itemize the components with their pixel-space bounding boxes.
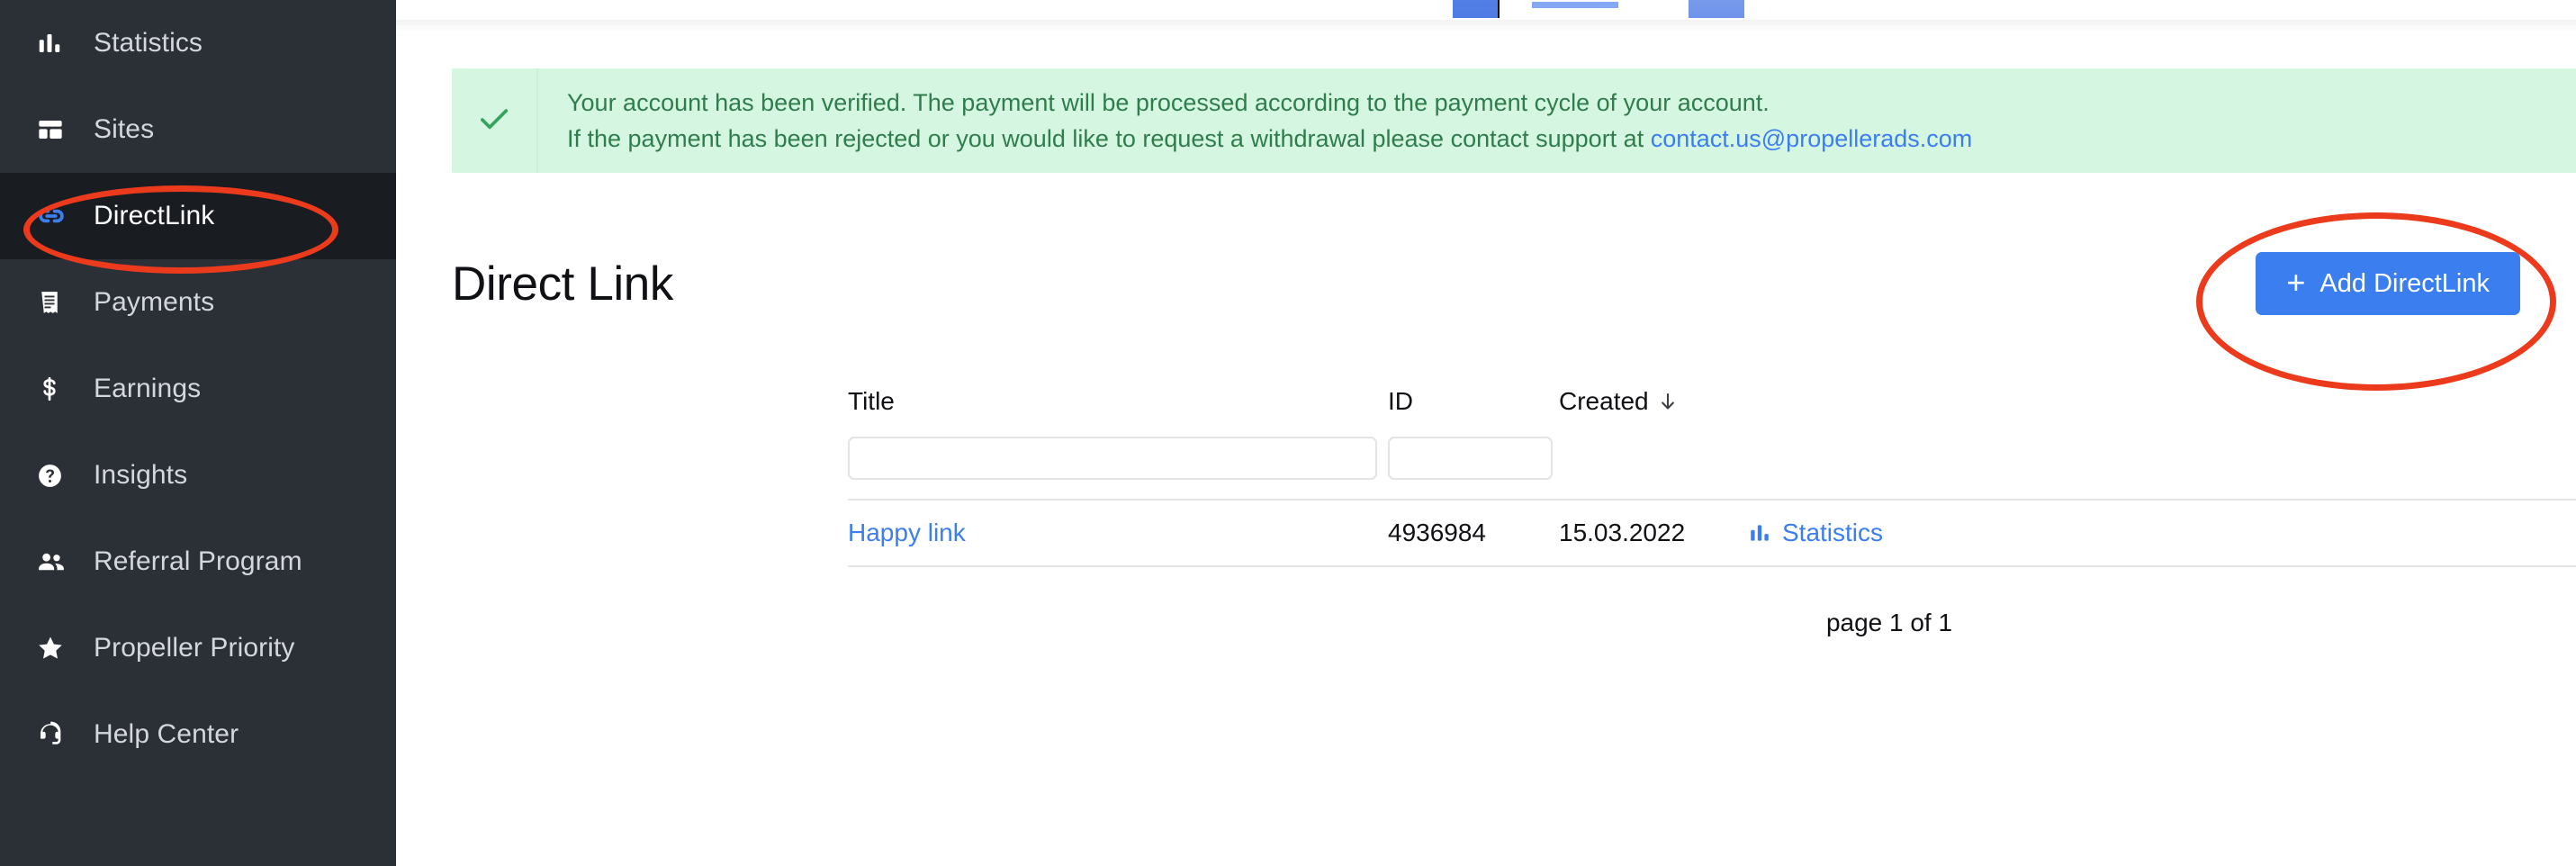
promo-image-fragment: [1435, 0, 1764, 22]
statistics-link-label: Statistics: [1782, 519, 1884, 546]
table-body: Happy link 4936984 15.03.2022 Statistics: [848, 499, 2576, 567]
sidebar-item-statistics[interactable]: Statistics: [0, 0, 396, 86]
sidebar-item-help-center[interactable]: Help Center: [0, 691, 396, 778]
star-icon: [36, 634, 77, 663]
headset-icon: [36, 720, 77, 749]
directlink-table: Title ID Created Happy link 4936984 15.0…: [848, 389, 2576, 636]
table-filter-row: [848, 434, 2576, 483]
sidebar-item-label: DirectLink: [94, 201, 215, 230]
receipt-icon: [36, 289, 77, 316]
sidebar-item-label: Insights: [94, 460, 188, 490]
plus-icon: +: [2286, 264, 2306, 301]
promo-fragment-left-panel: [1453, 0, 1505, 22]
id-filter-input[interactable]: [1388, 437, 1553, 480]
promo-fragment-right-panel: [1689, 0, 1744, 22]
sidebar-item-label: Propeller Priority: [94, 633, 295, 663]
arrow-down-icon: [1656, 390, 1680, 413]
bar-chart-icon: [36, 30, 77, 57]
column-header-id[interactable]: ID: [1388, 389, 1559, 414]
sidebar-item-label: Help Center: [94, 719, 239, 749]
promo-fragment-text-line: [1532, 2, 1618, 8]
sidebar-item-insights[interactable]: Insights: [0, 432, 396, 519]
statistics-link[interactable]: Statistics: [1748, 520, 1883, 546]
column-header-created-label: Created: [1559, 387, 1649, 415]
sidebar-item-label: Referral Program: [94, 546, 302, 576]
add-directlink-button-label: Add DirectLink: [2319, 268, 2490, 298]
title-filter-input[interactable]: [848, 437, 1377, 480]
layout-icon: [36, 115, 77, 144]
sidebar-item-propeller-priority[interactable]: Propeller Priority: [0, 605, 396, 691]
directlink-created-date: 15.03.2022: [1559, 519, 1686, 546]
table-row: Happy link 4936984 15.03.2022 Statistics: [848, 499, 2576, 567]
banner-line-2: If the payment has been rejected or you …: [567, 123, 2576, 154]
sidebar-item-label: Payments: [94, 287, 215, 317]
people-icon: [36, 546, 77, 577]
sidebar-item-earnings[interactable]: Earnings: [0, 346, 396, 432]
sidebar-item-label: Statistics: [94, 28, 203, 58]
check-icon: [475, 100, 513, 142]
column-header-id-label: ID: [1388, 387, 1413, 415]
column-header-title[interactable]: Title: [848, 389, 1388, 414]
column-header-created[interactable]: Created: [1559, 389, 1748, 414]
sidebar-item-payments[interactable]: Payments: [0, 259, 396, 346]
sidebar-item-label: Earnings: [94, 374, 202, 403]
sidebar-item-referral-program[interactable]: Referral Program: [0, 519, 396, 605]
banner-message: Your account has been verified. The paym…: [538, 68, 2576, 173]
pagination: page 1 of 1: [848, 610, 2576, 636]
promo-fragment-card: [1498, 0, 1696, 22]
app-root: Statistics Sites DirectLink Payments Ear…: [0, 0, 2576, 866]
page-title: Direct Link: [452, 257, 673, 311]
directlink-title-link[interactable]: Happy link: [848, 520, 966, 546]
page-header: Direct Link + Add DirectLink: [452, 250, 2520, 317]
verification-banner: Your account has been verified. The paym…: [452, 68, 2576, 173]
add-directlink-button[interactable]: + Add DirectLink: [2256, 252, 2520, 315]
dollar-icon: [36, 375, 77, 402]
sidebar-item-directlink[interactable]: DirectLink: [0, 173, 396, 259]
sidebar: Statistics Sites DirectLink Payments Ear…: [0, 0, 396, 866]
sidebar-item-label: Sites: [94, 114, 155, 144]
support-email-link[interactable]: contact.us@propellerads.com: [1651, 125, 1973, 152]
link-icon: [36, 201, 77, 231]
bar-chart-icon: [1748, 521, 1771, 545]
promo-fragment-fade: [1435, 18, 1764, 22]
table-header-row: Title ID Created: [848, 389, 2576, 428]
column-header-title-label: Title: [848, 387, 895, 415]
main-content: Your account has been verified. The paym…: [396, 0, 2576, 866]
banner-icon-cell: [452, 68, 538, 173]
top-shadow-divider: [396, 20, 2576, 32]
banner-line-2-text: If the payment has been rejected or you …: [567, 125, 1651, 152]
banner-line-1: Your account has been verified. The paym…: [567, 89, 1770, 116]
directlink-id: 4936984: [1388, 519, 1487, 546]
pagination-label: page 1 of 1: [1825, 609, 1953, 636]
sidebar-item-sites[interactable]: Sites: [0, 86, 396, 173]
question-mark-icon: [36, 462, 77, 490]
